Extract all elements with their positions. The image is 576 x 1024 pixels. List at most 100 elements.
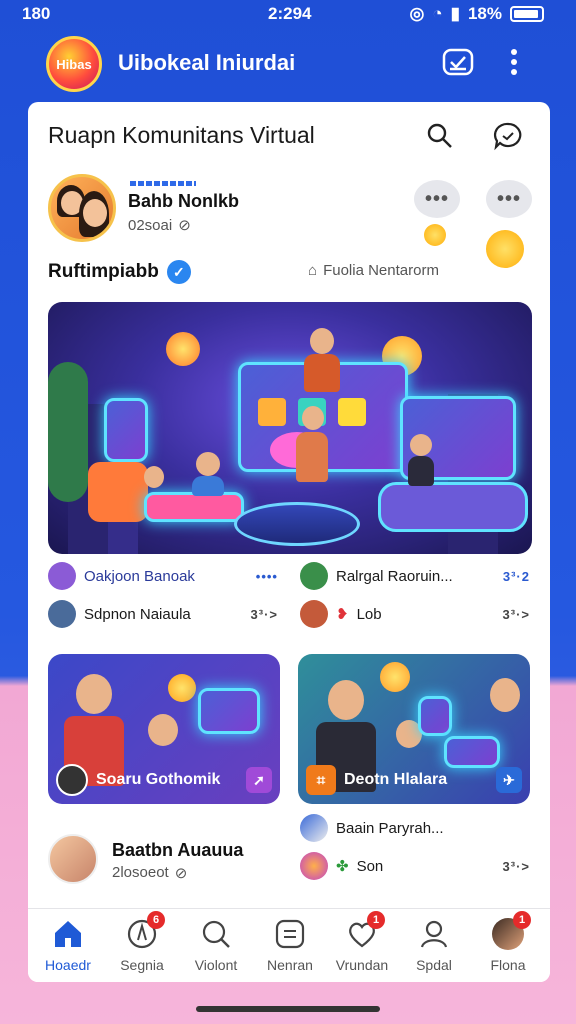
avatar bbox=[300, 562, 328, 590]
nav-label: Violont bbox=[194, 957, 238, 973]
list-item-more[interactable]: 3³·2 bbox=[503, 569, 530, 584]
search-icon bbox=[199, 917, 233, 951]
card-label: Deotn Hlalara bbox=[344, 771, 448, 788]
compass-icon: 6 bbox=[125, 911, 165, 951]
send-icon[interactable]: ✈ bbox=[496, 767, 522, 793]
profile-avatar[interactable] bbox=[48, 174, 116, 242]
list-item-label: Son bbox=[356, 857, 384, 875]
community-card[interactable]: Soaru Gothomik ➚ bbox=[48, 654, 280, 804]
list-item-label: Lob bbox=[356, 605, 382, 623]
more-menu-button[interactable] bbox=[496, 44, 532, 80]
card-label: Soaru Gothomik bbox=[96, 771, 221, 788]
status-icons: ◎ ◔ ▮ 18% bbox=[409, 4, 544, 24]
app-icon bbox=[48, 562, 76, 590]
list-item-more[interactable]: •••• bbox=[256, 569, 278, 584]
list-item-label: Ralrgal Raoruin... bbox=[336, 567, 453, 585]
notification-badge: 1 bbox=[367, 911, 385, 929]
status-time-left: 180 bbox=[22, 4, 51, 23]
post-subtitle-text: 2losoeot bbox=[112, 864, 169, 881]
section-action[interactable]: ⌂ Fuolia Nentarorm bbox=[308, 262, 439, 279]
nav-item-account[interactable]: 1 Flona bbox=[472, 911, 544, 973]
home-indicator[interactable] bbox=[196, 1006, 380, 1012]
app-icon: ⌗ bbox=[306, 765, 336, 795]
main-card: Ruapn Komunitans Virtual Bahb Nonlkb 02s… bbox=[28, 102, 550, 982]
nav-item-search[interactable]: Violont bbox=[180, 917, 252, 973]
avatar bbox=[300, 852, 328, 880]
list-item[interactable]: ✤ Son 3³·> bbox=[300, 852, 530, 880]
section-action-label: Fuolia Nentarorm bbox=[323, 262, 439, 279]
section-title: Ruftimpiabb bbox=[48, 261, 159, 282]
profile-name[interactable]: Bahb Nonlkb bbox=[128, 191, 239, 212]
notification-badge: 1 bbox=[513, 911, 531, 929]
app-title: Uibokeal Iniurdai bbox=[118, 50, 296, 75]
list-item[interactable]: ❥ Lob 3³·> bbox=[300, 600, 530, 628]
grid-icon bbox=[273, 917, 307, 951]
nav-item-profile[interactable]: Spdal bbox=[398, 917, 470, 973]
typing-bubble[interactable]: ••• bbox=[414, 180, 460, 218]
list-item[interactable]: Oakjoon Banoak •••• bbox=[48, 562, 278, 590]
list-item-more[interactable]: 3³·> bbox=[251, 607, 278, 622]
heart-icon: ❥ bbox=[336, 606, 349, 623]
list-item[interactable]: Baain Paryrah... bbox=[300, 814, 530, 842]
vpn-icon: ◎ bbox=[409, 4, 425, 23]
post-author-name[interactable]: Baatbn Auauua bbox=[112, 840, 243, 861]
page-title: Ruapn Komunitans Virtual bbox=[48, 122, 315, 148]
list-item-more[interactable]: 3³·> bbox=[503, 607, 530, 622]
list-item[interactable]: Sdpnon Naiaula 3³·> bbox=[48, 600, 278, 628]
home-outline-icon: ⌂ bbox=[308, 262, 318, 279]
nav-label: Segnia bbox=[120, 957, 164, 973]
post-author-avatar[interactable] bbox=[48, 834, 98, 884]
card-caption: Soaru Gothomik ➚ bbox=[56, 762, 272, 798]
reaction-bubble[interactable]: ••• bbox=[486, 180, 532, 218]
wifi-icon: ◔ bbox=[432, 4, 443, 23]
app-logo[interactable]: Hibas bbox=[46, 36, 102, 92]
list-item[interactable]: Ralrgal Raoruin... 3³·2 bbox=[300, 562, 530, 590]
nav-item-explore[interactable]: 6 Segnia bbox=[106, 911, 178, 973]
nav-label: Nenran bbox=[267, 957, 313, 973]
nav-item-home[interactable]: Hoaedr bbox=[32, 917, 104, 973]
clover-icon: ✤ bbox=[336, 858, 349, 875]
profile-subtitle-text: 02soai bbox=[128, 216, 173, 234]
battery-percentage: 18% bbox=[467, 4, 502, 23]
list-item-more[interactable]: 3³·> bbox=[503, 859, 530, 874]
section-header: Ruftimpiabb ✓ bbox=[48, 260, 191, 284]
chat-bubble-icon bbox=[493, 122, 522, 151]
nav-label: Flona bbox=[490, 957, 526, 973]
avatar bbox=[56, 764, 88, 796]
search-icon bbox=[427, 123, 452, 148]
share-icon[interactable]: ➚ bbox=[246, 767, 272, 793]
avatar-icon: 1 bbox=[491, 911, 531, 951]
nav-item-favorites[interactable]: 1 Vrundan bbox=[326, 911, 398, 973]
sun-icon bbox=[486, 230, 524, 268]
bottom-nav: Hoaedr 6 Segnia Violont Nenran 1 Vrundan… bbox=[28, 908, 550, 982]
search-button[interactable] bbox=[424, 120, 456, 152]
heart-icon: 1 bbox=[345, 911, 385, 951]
chat-button[interactable] bbox=[492, 120, 524, 152]
nav-label: Spdal bbox=[416, 957, 452, 973]
check-icon: ⊘ bbox=[174, 865, 188, 882]
verified-icon: ✓ bbox=[166, 260, 191, 284]
inbox-icon bbox=[442, 48, 474, 76]
card-caption: ⌗ Deotn Hlalara ✈ bbox=[306, 762, 522, 798]
list-item-label: Baain Paryrah... bbox=[336, 819, 444, 837]
signal-icon: ▮ bbox=[450, 4, 460, 23]
notification-badge: 6 bbox=[147, 911, 165, 929]
nav-item-menu[interactable]: Nenran bbox=[254, 917, 326, 973]
avatar bbox=[300, 600, 328, 628]
list-item-label: Oakjoon Banoak bbox=[84, 567, 195, 585]
sparkle-icon bbox=[424, 224, 446, 246]
community-card[interactable]: ⌗ Deotn Hlalara ✈ bbox=[298, 654, 530, 804]
profile-progress bbox=[130, 181, 196, 186]
hero-image[interactable] bbox=[48, 302, 532, 554]
inbox-button[interactable] bbox=[440, 44, 476, 80]
profile-icon bbox=[417, 917, 451, 951]
more-vertical-icon bbox=[511, 49, 517, 75]
post-subtitle: 2losoeot ⊘ bbox=[112, 864, 187, 882]
nav-label: Vrundan bbox=[335, 957, 389, 973]
avatar bbox=[300, 814, 328, 842]
profile-subtitle: 02soai ⊘ bbox=[128, 216, 191, 235]
avatar bbox=[48, 600, 76, 628]
status-time-center: 2:294 bbox=[268, 4, 312, 23]
home-icon bbox=[51, 917, 85, 951]
status-bar: 180 2:294 ◎ ◔ ▮ 18% bbox=[0, 0, 576, 28]
